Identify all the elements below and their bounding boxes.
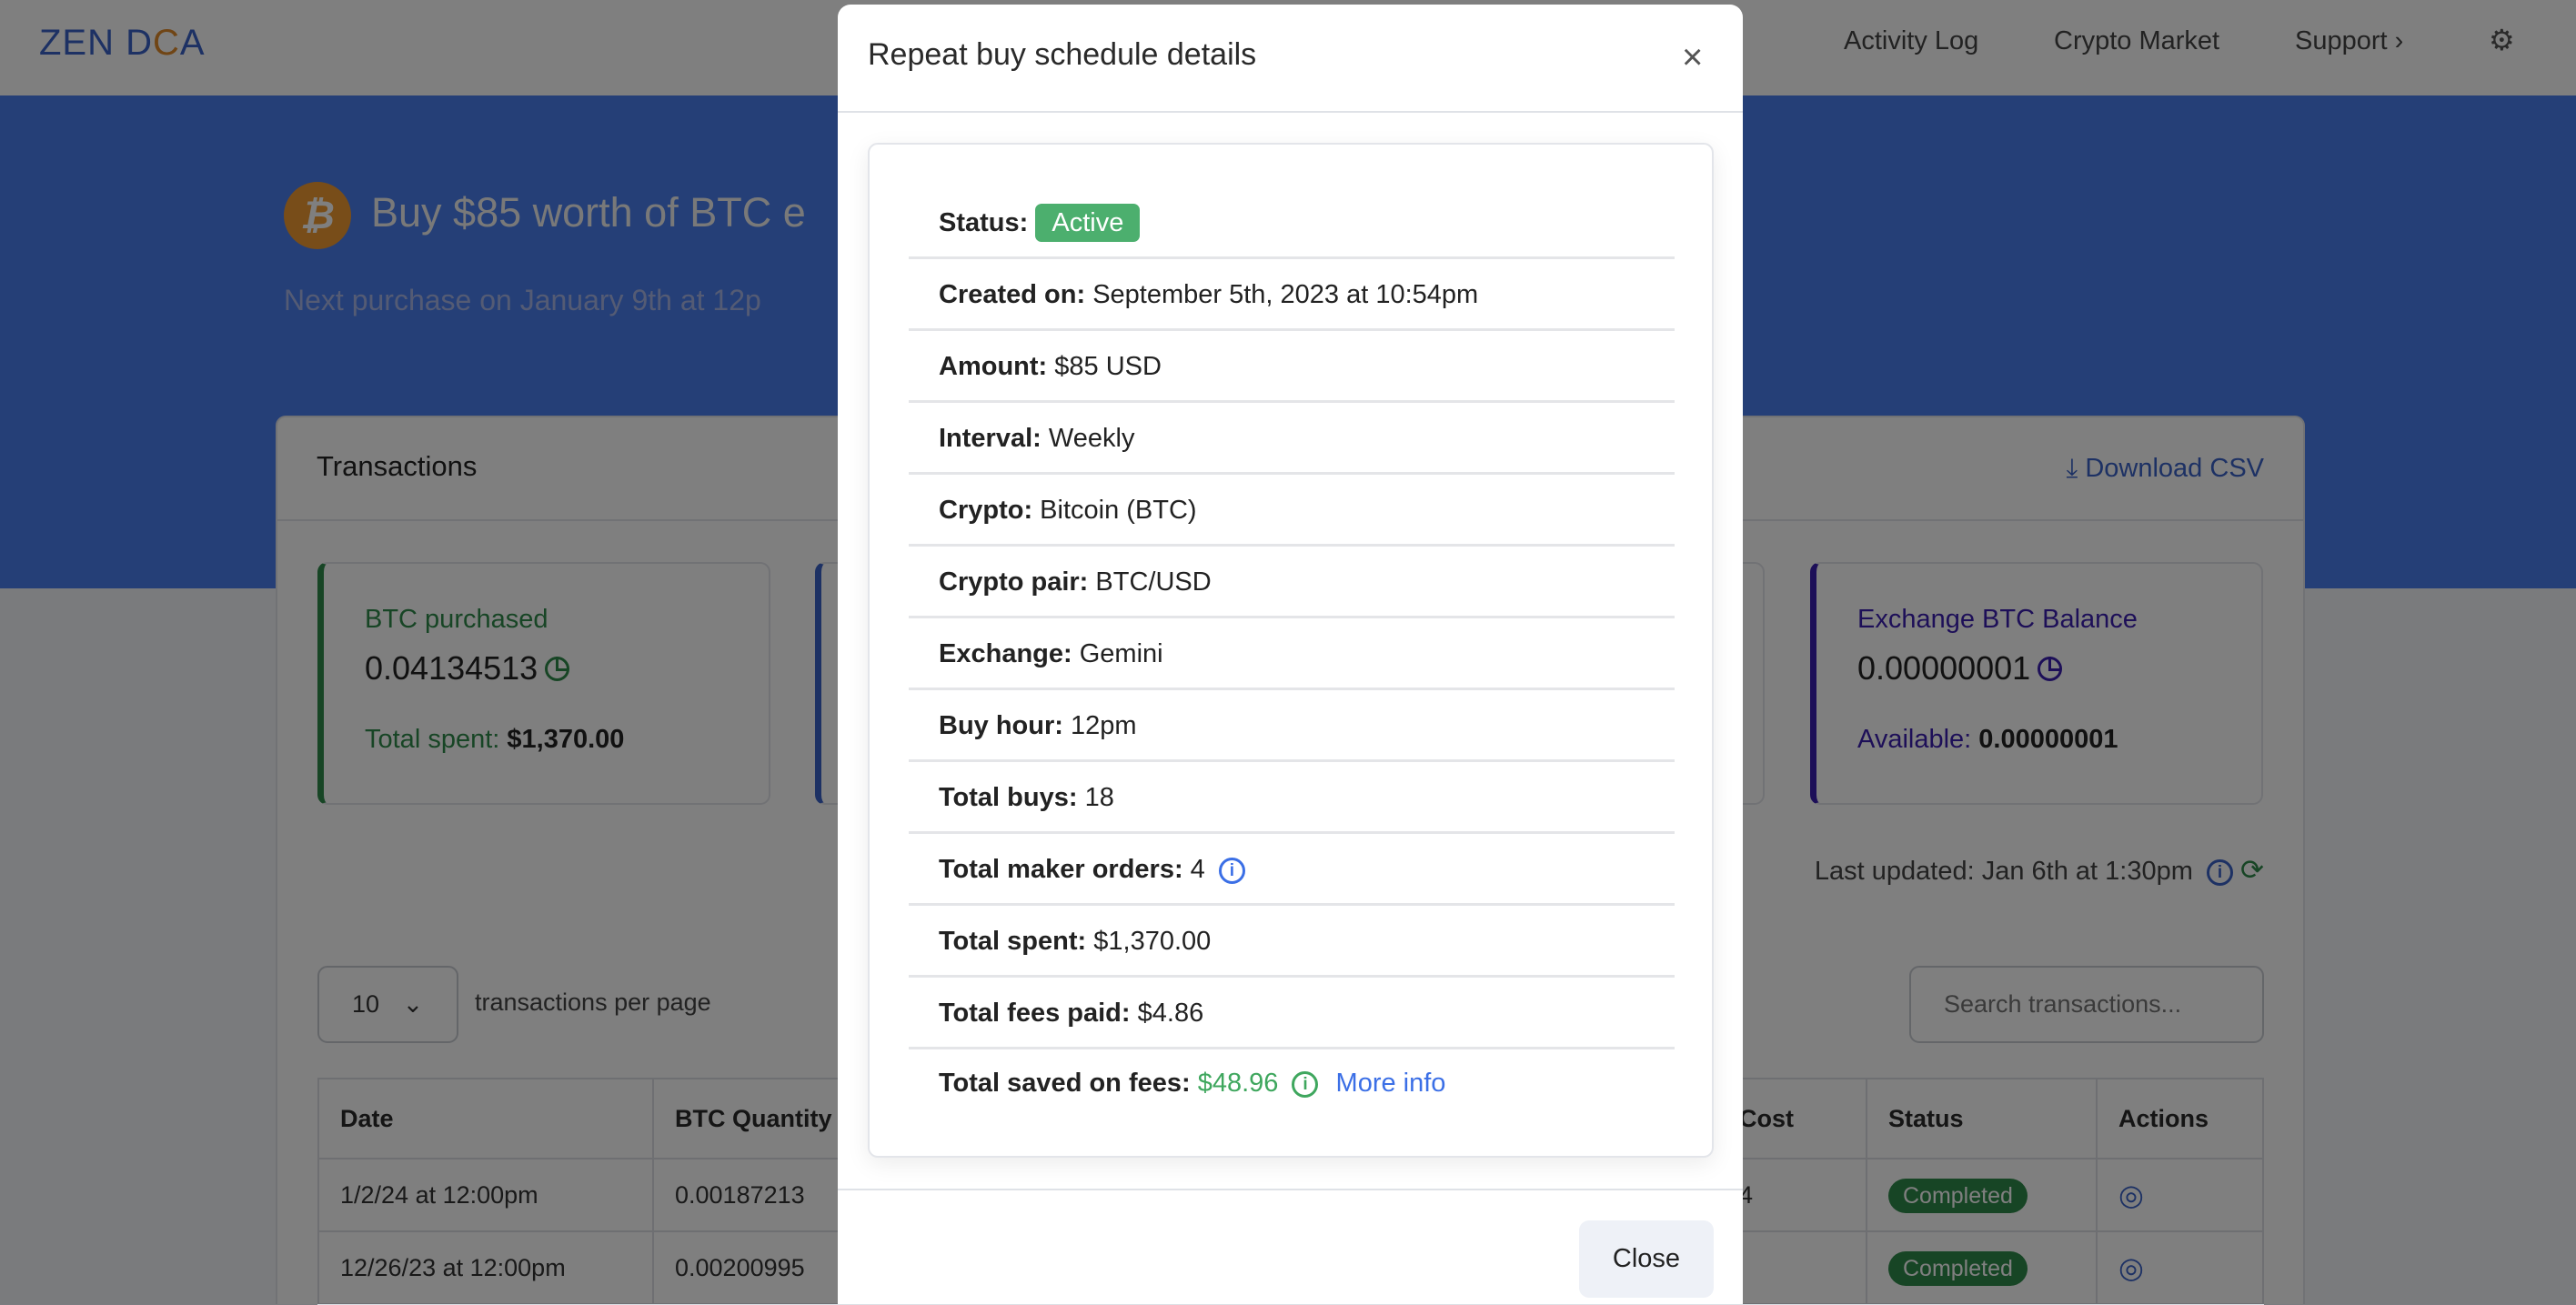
detail-row: Created on: September 5th, 2023 at 10:54…	[909, 259, 1675, 331]
schedule-details-modal: Repeat buy schedule details × Status: Ac…	[838, 5, 1743, 1304]
detail-label: Interval:	[939, 424, 1041, 453]
detail-row: Interval: Weekly	[909, 403, 1675, 475]
detail-label: Created on:	[939, 280, 1086, 309]
detail-row: Total fees paid: $4.86	[909, 978, 1675, 1049]
detail-row: Total maker orders: 4 i	[909, 834, 1675, 906]
divider	[838, 1189, 1743, 1190]
detail-value: 18	[1084, 783, 1114, 812]
detail-label: Crypto pair:	[939, 567, 1089, 597]
detail-value: $4.86	[1137, 999, 1204, 1028]
detail-label: Total saved on fees:	[939, 1069, 1191, 1098]
detail-label: Crypto:	[939, 496, 1033, 525]
detail-row: Crypto pair: BTC/USD	[909, 547, 1675, 618]
info-icon[interactable]: i	[1292, 1071, 1319, 1098]
more-info-link[interactable]: More info	[1336, 1069, 1446, 1098]
detail-row: Exchange: Gemini	[909, 618, 1675, 690]
close-button[interactable]: Close	[1579, 1220, 1714, 1298]
detail-value: BTC/USD	[1095, 567, 1212, 597]
close-icon[interactable]: ×	[1682, 37, 1703, 78]
detail-value: $48.96	[1197, 1069, 1279, 1098]
modal-title: Repeat buy schedule details	[868, 37, 1257, 72]
info-icon[interactable]: i	[1218, 858, 1245, 884]
page: ZEN DCA Activity Log Crypto Market Suppo…	[0, 0, 2576, 1305]
detail-row: Crypto: Bitcoin (BTC)	[909, 475, 1675, 547]
detail-label: Total spent:	[939, 927, 1087, 956]
details-card: Status: Active Created on: September 5th…	[868, 143, 1714, 1158]
detail-label: Total maker orders:	[939, 855, 1183, 884]
detail-value: 4	[1190, 855, 1205, 884]
detail-label: Total buys:	[939, 783, 1078, 812]
detail-row: Total spent: $1,370.00	[909, 906, 1675, 978]
detail-row: Amount: $85 USD	[909, 331, 1675, 403]
detail-value: $1,370.00	[1093, 927, 1212, 956]
detail-value: September 5th, 2023 at 10:54pm	[1092, 280, 1479, 309]
detail-value: Bitcoin (BTC)	[1040, 496, 1197, 525]
detail-status: Status: Active	[909, 187, 1675, 259]
status-badge: Active	[1035, 204, 1141, 242]
detail-value: $85 USD	[1054, 352, 1162, 381]
detail-saved-on-fees: Total saved on fees: $48.96 i More info	[909, 1048, 1675, 1119]
detail-label: Amount:	[939, 352, 1048, 381]
detail-label: Exchange:	[939, 639, 1072, 668]
detail-row: Total buys: 18	[909, 762, 1675, 834]
detail-value: 12pm	[1071, 711, 1137, 740]
detail-label: Buy hour:	[939, 711, 1063, 740]
detail-label: Status:	[939, 208, 1029, 237]
detail-value: Weekly	[1048, 424, 1135, 453]
detail-row: Buy hour: 12pm	[909, 690, 1675, 762]
detail-label: Total fees paid:	[939, 999, 1131, 1028]
divider	[838, 111, 1743, 113]
detail-value: Gemini	[1079, 639, 1163, 668]
